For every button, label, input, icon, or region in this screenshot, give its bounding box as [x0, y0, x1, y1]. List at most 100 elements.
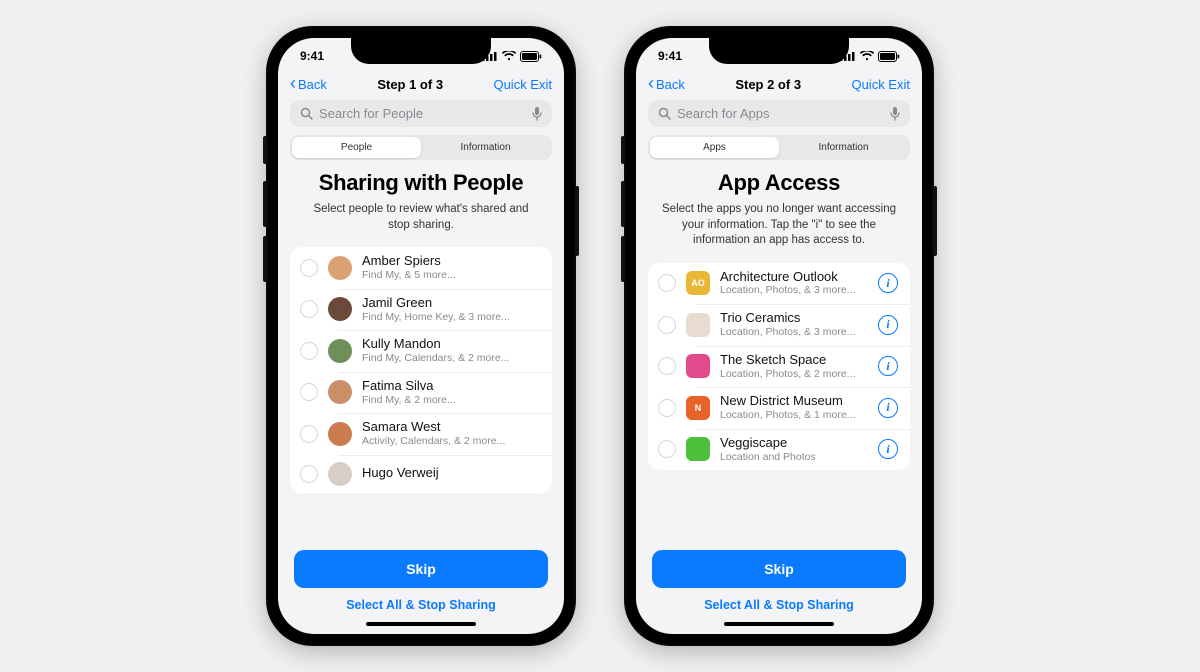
select-all-stop-button[interactable]: Select All & Stop Sharing — [652, 598, 906, 618]
phone-left: 9:41 ‹ Back Step 1 of 3 Quick Exit Searc… — [266, 26, 576, 646]
list-item[interactable]: Amber SpiersFind My, & 5 more... — [290, 247, 552, 289]
info-icon[interactable]: i — [878, 356, 898, 376]
list-item[interactable]: AO Architecture OutlookLocation, Photos,… — [648, 263, 910, 305]
avatar — [328, 339, 352, 363]
info-icon[interactable]: i — [878, 315, 898, 335]
mute-switch — [263, 136, 267, 164]
person-name: Hugo Verweij — [362, 466, 540, 481]
back-button[interactable]: ‹ Back — [648, 76, 685, 92]
back-label: Back — [656, 77, 685, 92]
volume-up — [621, 181, 625, 227]
battery-icon — [520, 51, 542, 62]
info-icon[interactable]: i — [878, 273, 898, 293]
avatar — [328, 462, 352, 486]
home-indicator[interactable] — [724, 622, 834, 626]
segmented-control[interactable]: Apps Information — [648, 135, 910, 160]
chevron-left-icon: ‹ — [648, 74, 654, 92]
list-item[interactable]: Kully MandonFind My, Calendars, & 2 more… — [290, 330, 552, 372]
power-button — [933, 186, 937, 256]
skip-button[interactable]: Skip — [652, 550, 906, 588]
phone-right: 9:41 ‹ Back Step 2 of 3 Quick Exit Searc… — [624, 26, 934, 646]
list-item[interactable]: Hugo Verweij — [290, 455, 552, 493]
status-time: 9:41 — [658, 49, 682, 63]
select-all-stop-button[interactable]: Select All & Stop Sharing — [294, 598, 548, 618]
mic-icon[interactable] — [890, 107, 900, 121]
quick-exit-button[interactable]: Quick Exit — [851, 77, 910, 92]
avatar — [328, 297, 352, 321]
checkbox[interactable] — [658, 440, 676, 458]
list-item[interactable]: Jamil GreenFind My, Home Key, & 3 more..… — [290, 289, 552, 331]
page-title: Sharing with People — [290, 170, 552, 196]
checkbox[interactable] — [658, 357, 676, 375]
search-field[interactable]: Search for Apps — [648, 100, 910, 127]
checkbox[interactable] — [658, 274, 676, 292]
home-indicator[interactable] — [366, 622, 476, 626]
tab-people[interactable]: People — [292, 137, 421, 158]
mic-icon[interactable] — [532, 107, 542, 121]
list-item[interactable]: N New District MuseumLocation, Photos, &… — [648, 387, 910, 429]
search-placeholder: Search for Apps — [677, 106, 770, 121]
chevron-left-icon: ‹ — [290, 74, 296, 92]
person-name: Amber Spiers — [362, 254, 540, 269]
search-field[interactable]: Search for People — [290, 100, 552, 127]
back-label: Back — [298, 77, 327, 92]
nav-title: Step 1 of 3 — [377, 77, 443, 92]
volume-up — [263, 181, 267, 227]
person-detail: Find My, & 5 more... — [362, 269, 540, 282]
person-name: Fatima Silva — [362, 379, 540, 394]
app-name: Veggiscape — [720, 436, 868, 451]
back-button[interactable]: ‹ Back — [290, 76, 327, 92]
volume-down — [621, 236, 625, 282]
tab-information[interactable]: Information — [421, 137, 550, 158]
person-detail: Find My, & 2 more... — [362, 394, 540, 407]
screen: 9:41 ‹ Back Step 1 of 3 Quick Exit Searc… — [278, 38, 564, 634]
wifi-icon — [860, 51, 874, 61]
status-indicators — [482, 51, 542, 62]
checkbox[interactable] — [300, 259, 318, 277]
app-detail: Location, Photos, & 3 more... — [720, 326, 868, 339]
app-name: Architecture Outlook — [720, 270, 868, 285]
app-detail: Location and Photos — [720, 451, 868, 464]
info-icon[interactable]: i — [878, 398, 898, 418]
battery-icon — [878, 51, 900, 62]
checkbox[interactable] — [658, 399, 676, 417]
page-title: App Access — [648, 170, 910, 196]
app-detail: Location, Photos, & 2 more... — [720, 368, 868, 381]
checkbox[interactable] — [300, 425, 318, 443]
info-icon[interactable]: i — [878, 439, 898, 459]
volume-down — [263, 236, 267, 282]
checkbox[interactable] — [300, 342, 318, 360]
checkbox[interactable] — [300, 300, 318, 318]
checkbox[interactable] — [300, 383, 318, 401]
app-icon — [686, 354, 710, 378]
avatar — [328, 380, 352, 404]
person-detail: Activity, Calendars, & 2 more... — [362, 435, 540, 448]
list-item[interactable]: The Sketch SpaceLocation, Photos, & 2 mo… — [648, 346, 910, 388]
status-indicators — [840, 51, 900, 62]
app-icon — [686, 313, 710, 337]
app-icon: AO — [686, 271, 710, 295]
search-icon — [300, 107, 313, 120]
skip-button[interactable]: Skip — [294, 550, 548, 588]
footer: Skip Select All & Stop Sharing — [636, 540, 922, 634]
list-item[interactable]: Trio CeramicsLocation, Photos, & 3 more.… — [648, 304, 910, 346]
list-item[interactable]: Samara WestActivity, Calendars, & 2 more… — [290, 413, 552, 455]
footer: Skip Select All & Stop Sharing — [278, 540, 564, 634]
list-item[interactable]: Fatima SilvaFind My, & 2 more... — [290, 372, 552, 414]
tab-information[interactable]: Information — [779, 137, 908, 158]
app-name: Trio Ceramics — [720, 311, 868, 326]
tab-apps[interactable]: Apps — [650, 137, 779, 158]
nav-title: Step 2 of 3 — [735, 77, 801, 92]
wifi-icon — [502, 51, 516, 61]
checkbox[interactable] — [658, 316, 676, 334]
content: Sharing with People Select people to rev… — [278, 170, 564, 540]
search-placeholder: Search for People — [319, 106, 423, 121]
segmented-control[interactable]: People Information — [290, 135, 552, 160]
nav-bar: ‹ Back Step 1 of 3 Quick Exit — [278, 74, 564, 100]
quick-exit-button[interactable]: Quick Exit — [493, 77, 552, 92]
avatar — [328, 422, 352, 446]
nav-bar: ‹ Back Step 2 of 3 Quick Exit — [636, 74, 922, 100]
list-item[interactable]: VeggiscapeLocation and Photos i — [648, 429, 910, 471]
checkbox[interactable] — [300, 465, 318, 483]
app-name: The Sketch Space — [720, 353, 868, 368]
